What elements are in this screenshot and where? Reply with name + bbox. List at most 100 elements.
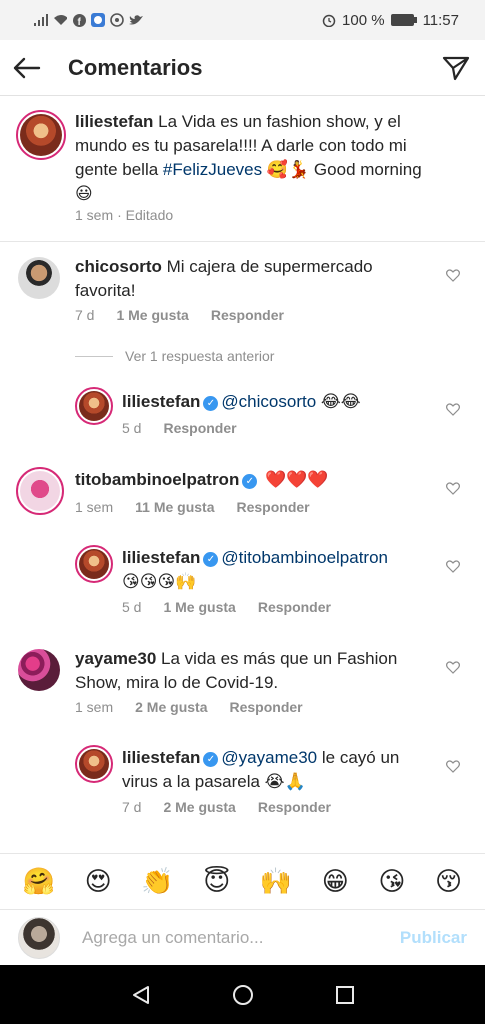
- reply-button[interactable]: Responder: [211, 307, 284, 323]
- avatar[interactable]: [16, 467, 64, 515]
- comment-username[interactable]: titobambinoelpatron: [75, 470, 239, 489]
- comment-meta: 5 d 1 Me gusta Responder: [122, 599, 331, 615]
- emoji-grin-icon[interactable]: 😁: [322, 867, 349, 897]
- nav-home-icon[interactable]: [232, 984, 254, 1006]
- verified-badge-icon: ✓: [203, 752, 219, 767]
- comment-time: 7 d: [75, 307, 95, 323]
- reply-button[interactable]: Responder: [237, 499, 310, 515]
- comment-text: liliestefan ✓ @yayame30 le cayó un virus a…: [122, 748, 400, 791]
- avatar[interactable]: [75, 745, 113, 783]
- like-heart-icon[interactable]: [446, 560, 460, 573]
- comment-text: chicosorto Mi cajera de supermercado fav…: [75, 257, 373, 300]
- comment-username[interactable]: liliestefan: [75, 112, 153, 131]
- caption-meta: 1 sem · Editado: [75, 207, 173, 223]
- signal-icon: [34, 13, 48, 27]
- back-arrow-icon: [13, 57, 41, 78]
- send-icon: [442, 56, 470, 80]
- emoji-raised-hands-icon[interactable]: 🙌: [260, 867, 292, 897]
- reply-button[interactable]: Responder: [229, 699, 302, 715]
- comment-username[interactable]: liliestefan: [122, 748, 200, 767]
- clock: 11:57: [422, 11, 459, 29]
- edited-label: · Editado: [117, 207, 174, 223]
- avatar: [18, 917, 60, 959]
- reply-button[interactable]: Responder: [258, 599, 331, 615]
- emoji-kiss-icon[interactable]: 😘: [378, 867, 405, 897]
- likes-count[interactable]: 2 Me gusta: [135, 699, 207, 715]
- facebook-icon: f: [72, 13, 86, 27]
- comment-username[interactable]: chicosorto: [75, 257, 162, 276]
- comment-time: 1 sem: [75, 207, 114, 223]
- reply-button[interactable]: Responder: [258, 799, 331, 815]
- like-heart-icon[interactable]: [446, 661, 460, 674]
- replies-line: [75, 355, 113, 357]
- emoji-quick-bar: 🤗 😍 👏 😇 🙌 😁 😘 😚: [0, 853, 485, 909]
- likes-count[interactable]: 1 Me gusta: [163, 599, 235, 615]
- battery-icon: [390, 13, 417, 27]
- reply-button[interactable]: Responder: [163, 420, 236, 436]
- page-title: Comentarios: [68, 54, 203, 80]
- mention-link[interactable]: @titobambinoelpatron: [221, 548, 388, 567]
- post-button[interactable]: Publicar: [400, 928, 467, 948]
- likes-count[interactable]: 2 Me gusta: [163, 799, 235, 815]
- mention-link[interactable]: @yayame30: [221, 748, 317, 767]
- comment-input-bar: Publicar: [0, 909, 485, 965]
- alarm-icon: [322, 13, 336, 27]
- share-button[interactable]: [441, 53, 471, 83]
- emoji-clap-icon[interactable]: 👏: [141, 867, 173, 897]
- messenger-icon: [91, 13, 105, 27]
- verified-badge-icon: ✓: [203, 552, 219, 567]
- comment-meta: 1 sem 11 Me gusta Responder: [75, 499, 310, 515]
- whatsapp-icon: [110, 13, 124, 27]
- caption-text: liliestefan La Vida es un fashion show, …: [75, 112, 422, 203]
- mention-link[interactable]: @chicosorto: [221, 392, 316, 411]
- verified-badge-icon: ✓: [203, 396, 219, 411]
- comment-meta: 5 d Responder: [122, 420, 237, 436]
- like-heart-icon[interactable]: [446, 269, 460, 282]
- comment-input[interactable]: [82, 928, 362, 948]
- comment-username[interactable]: yayame30: [75, 649, 156, 668]
- wifi-icon: [53, 13, 67, 27]
- emoji-heart-eyes-icon[interactable]: 😍: [85, 867, 112, 897]
- avatar[interactable]: [75, 387, 113, 425]
- comment-text: liliestefan ✓ @titobambinoelpatron 😘😘😘🙌: [122, 548, 389, 591]
- comment-time: 1 sem: [75, 499, 114, 515]
- hashtag-link[interactable]: #FelizJueves: [163, 160, 262, 179]
- comment-time: 1 sem: [75, 699, 114, 715]
- back-button[interactable]: [12, 53, 42, 83]
- battery-percent: 100 %: [342, 11, 385, 29]
- comment-time: 5 d: [122, 420, 142, 436]
- verified-badge-icon: ✓: [242, 474, 258, 489]
- avatar[interactable]: [75, 545, 113, 583]
- likes-count[interactable]: 11 Me gusta: [135, 499, 214, 515]
- like-heart-icon[interactable]: [446, 482, 460, 495]
- comment-meta: 7 d 1 Me gusta Responder: [75, 307, 284, 323]
- header: Comentarios: [0, 40, 485, 96]
- comment-meta: 1 sem 2 Me gusta Responder: [75, 699, 303, 715]
- like-heart-icon[interactable]: [446, 760, 460, 773]
- nav-back-icon[interactable]: [130, 984, 152, 1006]
- avatar[interactable]: [16, 110, 66, 160]
- avatar[interactable]: [18, 257, 60, 299]
- comment-meta: 7 d 2 Me gusta Responder: [122, 799, 331, 815]
- emoji-kissing-icon[interactable]: 😚: [435, 867, 462, 897]
- nav-recents-icon[interactable]: [335, 985, 355, 1005]
- comment-username[interactable]: liliestefan: [122, 548, 200, 567]
- view-replies-link[interactable]: Ver 1 respuesta anterior: [75, 348, 274, 364]
- status-bar: f 100 % 11:57: [0, 0, 485, 40]
- divider: [0, 241, 485, 242]
- comment-time: 7 d: [122, 799, 142, 815]
- comment-text: liliestefan ✓ @chicosorto 😂😂: [122, 392, 361, 411]
- emoji-hugging-icon[interactable]: 🤗: [23, 867, 55, 897]
- comment-text: yayame30 La vida es más que un Fashion S…: [75, 649, 398, 692]
- comment-text: titobambinoelpatron ✓ ❤️❤️❤️: [75, 470, 329, 489]
- comment-username[interactable]: liliestefan: [122, 392, 200, 411]
- comment-time: 5 d: [122, 599, 142, 615]
- likes-count[interactable]: 1 Me gusta: [116, 307, 188, 323]
- avatar[interactable]: [18, 649, 60, 691]
- twitter-icon: [129, 13, 143, 27]
- system-nav-bar: [0, 965, 485, 1024]
- status-icons-right: 100 % 11:57: [322, 12, 459, 29]
- like-heart-icon[interactable]: [446, 403, 460, 416]
- status-icons-left: f: [34, 13, 143, 27]
- emoji-halo-icon[interactable]: 😇: [203, 867, 230, 897]
